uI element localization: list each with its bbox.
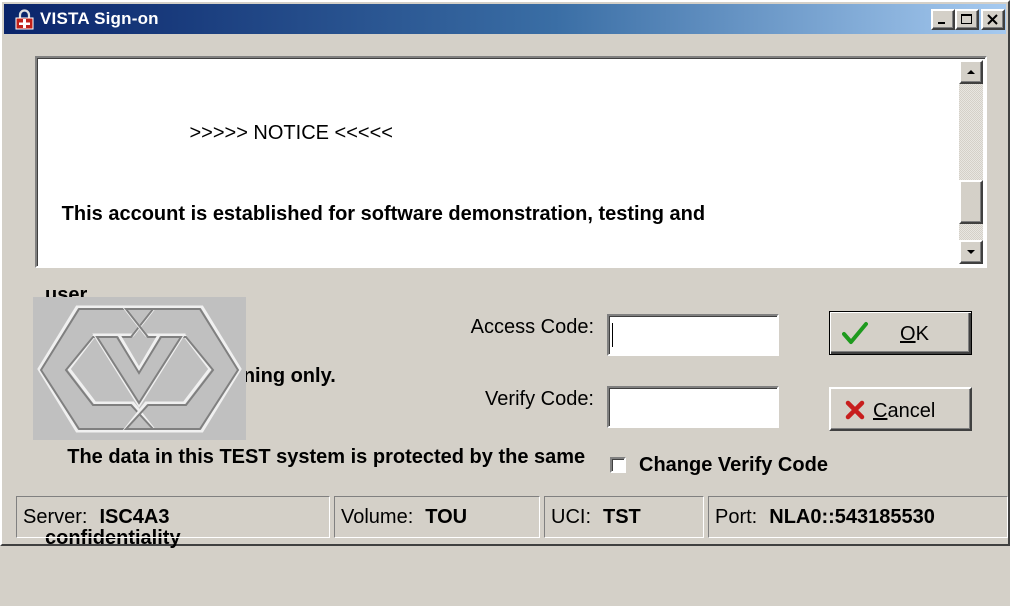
verify-code-input[interactable] — [607, 386, 779, 428]
x-mark-icon — [845, 400, 865, 420]
maximize-button[interactable] — [955, 9, 979, 30]
cancel-button-label: Cancel — [873, 399, 935, 423]
uci-key: UCI: — [551, 506, 591, 528]
text-caret — [612, 323, 613, 347]
window-title: VISTA Sign-on — [40, 9, 159, 28]
uci-value: TST — [603, 506, 641, 528]
ok-button[interactable]: OK — [829, 311, 972, 355]
checkmark-icon — [842, 322, 868, 344]
vista-signon-window: VISTA Sign-on >>>>> NOTICE <<<<< This ac… — [0, 0, 1010, 549]
status-port: Port: NLA0::543185530 — [708, 496, 1008, 538]
cancel-label-rest: ancel — [887, 400, 936, 422]
notice-scrollbar[interactable] — [959, 60, 983, 264]
minimize-button[interactable] — [931, 9, 955, 30]
port-key: Port: — [715, 506, 758, 528]
minimize-icon — [938, 22, 945, 24]
port-value: NLA0::543185530 — [769, 506, 935, 528]
ok-label-rest: K — [915, 323, 929, 345]
vista-lock-icon[interactable] — [14, 9, 35, 30]
va-logo — [33, 297, 246, 440]
close-button[interactable] — [981, 9, 1005, 30]
scroll-down-button[interactable] — [959, 240, 983, 264]
title-bar[interactable]: VISTA Sign-on — [4, 4, 1006, 34]
notice-textbox[interactable]: >>>>> NOTICE <<<<< This account is estab… — [35, 56, 987, 549]
cancel-button[interactable]: Cancel — [829, 387, 972, 431]
volume-key: Volume: — [341, 506, 414, 528]
access-code-input[interactable] — [607, 314, 779, 356]
scroll-thumb[interactable] — [959, 180, 983, 224]
ok-mnemonic: O — [900, 323, 916, 345]
status-uci: UCI: TST — [544, 496, 704, 538]
verify-code-label: Verify Code: — [485, 388, 594, 410]
close-icon — [987, 14, 998, 25]
change-verify-checkbox[interactable] — [610, 457, 626, 473]
arrow-up-icon — [967, 70, 975, 74]
access-code-label: Access Code: — [470, 316, 594, 338]
ok-button-label: OK — [900, 322, 929, 346]
notice-line: This account is established for software… — [45, 203, 706, 225]
change-verify-label[interactable]: Change Verify Code — [639, 453, 828, 477]
scroll-up-button[interactable] — [959, 60, 983, 84]
status-volume: Volume: TOU — [334, 496, 540, 538]
volume-value: TOU — [425, 506, 468, 528]
notice-line: >>>>> NOTICE <<<<< — [45, 122, 393, 144]
status-server: Server: ISC4A3 — [16, 496, 330, 538]
server-key: Server: — [23, 506, 88, 528]
maximize-icon — [961, 14, 972, 24]
cancel-mnemonic: C — [873, 400, 888, 422]
arrow-down-icon — [967, 250, 975, 254]
server-value: ISC4A3 — [99, 506, 170, 528]
